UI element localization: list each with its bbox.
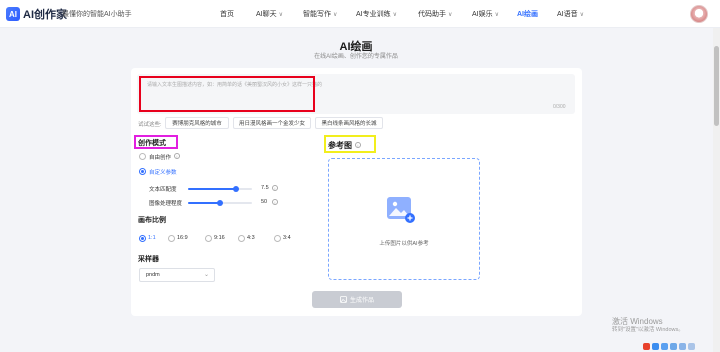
- top-header: AI AI创作家 最懂你的智能AI小助手 首页 AI聊天 ∨ 智能写作 ∨ AI专业训练 ∨…: [0, 0, 720, 28]
- nav-item[interactable]: 代码助手 ∨: [418, 9, 452, 19]
- nav-item[interactable]: AI娱乐 ∨: [472, 9, 499, 19]
- ratio-label[interactable]: 3:4: [283, 235, 291, 241]
- image-process-slider[interactable]: [188, 200, 252, 206]
- text-match-slider[interactable]: [188, 186, 252, 192]
- sampler-value: pndm: [146, 272, 160, 278]
- chevron-down-icon: ⌄: [203, 272, 209, 278]
- nav-item-label: 代码助手: [418, 11, 446, 18]
- nav-item[interactable]: AI聊天 ∨: [256, 9, 283, 19]
- brand-name: AI创作家: [23, 9, 67, 21]
- nav-item[interactable]: 智能写作 ∨: [303, 9, 337, 19]
- suggestion-chip[interactable]: 用日漫风格画一个金发少女: [233, 117, 311, 129]
- slider-value-image-process: 50: [261, 199, 268, 205]
- info-icon[interactable]: i: [174, 153, 180, 159]
- canvas-ratio-title: 画布比例: [138, 217, 166, 224]
- nav-item-label: AI聊天: [256, 11, 277, 18]
- annotation-yellow-box: [324, 135, 376, 153]
- slider-fill: [188, 188, 236, 190]
- nav-item-label: AI绘画: [517, 11, 538, 18]
- generate-button-label: 生成作品: [349, 298, 374, 304]
- avatar[interactable]: [690, 5, 708, 23]
- system-tray: [643, 341, 695, 351]
- tray-icon[interactable]: [661, 342, 668, 350]
- page-scrollbar[interactable]: [713, 28, 720, 352]
- suggestion-chip[interactable]: 赛博朋克风格的城市: [165, 117, 229, 129]
- chevron-down-icon: ∨: [494, 11, 500, 18]
- radio-ratio-9-16[interactable]: [205, 235, 212, 242]
- slider-knob[interactable]: [233, 186, 239, 192]
- prompt-char-counter: 0/300: [553, 104, 566, 110]
- tray-icon[interactable]: [652, 342, 659, 350]
- slider-label-text-match: 文本匹配度: [149, 187, 177, 193]
- slider-knob[interactable]: [217, 200, 223, 206]
- radio-free-create[interactable]: [139, 153, 146, 160]
- slider-fill: [188, 202, 220, 204]
- scrollbar-thumb[interactable]: [714, 46, 719, 126]
- radio-custom-params[interactable]: [139, 168, 146, 175]
- slider-value-text-match: 7.5: [261, 185, 269, 191]
- info-icon[interactable]: i: [272, 199, 278, 205]
- sampler-title: 采样器: [138, 256, 159, 263]
- nav-item-label: AI语音: [557, 11, 578, 18]
- generate-button[interactable]: 生成作品: [312, 291, 402, 308]
- chevron-down-icon: ∨: [579, 11, 585, 18]
- brand-tagline: 最懂你的智能AI小助手: [62, 11, 132, 18]
- upload-hint: 上传图片以供AI参考: [379, 241, 429, 247]
- logo-icon: AI: [6, 7, 20, 21]
- tray-icon[interactable]: [679, 342, 686, 350]
- suggestions-label: 试试这些:: [138, 122, 162, 128]
- custom-params-label[interactable]: 自定义参数: [149, 168, 177, 176]
- suggestion-chip[interactable]: 黑白线条画风格的长城: [315, 117, 383, 129]
- nav-item-label: 首页: [220, 11, 234, 18]
- radio-ratio-16-9[interactable]: [168, 235, 175, 242]
- nav-item[interactable]: 首页: [220, 9, 234, 19]
- info-icon[interactable]: i: [272, 185, 278, 191]
- sampler-select[interactable]: pndm ⌄: [139, 268, 215, 282]
- page-subtitle: 在线AI绘画、创作您的专属作品: [314, 54, 398, 60]
- slider-label-image-process: 图像处理程度: [149, 201, 183, 207]
- ratio-label[interactable]: 1:1: [148, 235, 156, 241]
- radio-ratio-1-1[interactable]: [139, 235, 146, 242]
- chevron-down-icon: ∨: [333, 11, 338, 18]
- nav-item-label: AI专业训练: [356, 11, 391, 18]
- free-create-label[interactable]: 自由创作: [149, 153, 171, 161]
- chevron-down-icon: ∨: [392, 11, 398, 18]
- ratio-label[interactable]: 4:3: [247, 235, 255, 241]
- tray-icon[interactable]: [670, 342, 677, 350]
- radio-ratio-4-3[interactable]: [238, 235, 245, 242]
- nav-item-label: 智能写作: [303, 11, 331, 18]
- nav-item-label: AI娱乐: [472, 11, 493, 18]
- image-icon: [340, 296, 347, 303]
- chevron-down-icon: ∨: [448, 11, 453, 18]
- nav-item[interactable]: AI专业训练 ∨: [356, 9, 397, 19]
- chevron-down-icon: ∨: [278, 11, 284, 18]
- annotation-magenta-box: [134, 135, 178, 149]
- radio-ratio-3-4[interactable]: [274, 235, 281, 242]
- annotation-red-box: [139, 76, 315, 112]
- sogou-icon[interactable]: [643, 342, 650, 350]
- image-upload-icon: [387, 197, 415, 223]
- ratio-label[interactable]: 9:16: [214, 235, 225, 241]
- windows-watermark-text: 转到"设置"以激活 Windows。: [612, 327, 684, 333]
- nav-item[interactable]: AI绘画: [517, 9, 538, 19]
- brand-logo[interactable]: AI AI创作家: [6, 6, 67, 22]
- tray-icon[interactable]: [688, 342, 695, 350]
- nav-item[interactable]: AI语音 ∨: [557, 9, 584, 19]
- ratio-label[interactable]: 16:9: [177, 235, 188, 241]
